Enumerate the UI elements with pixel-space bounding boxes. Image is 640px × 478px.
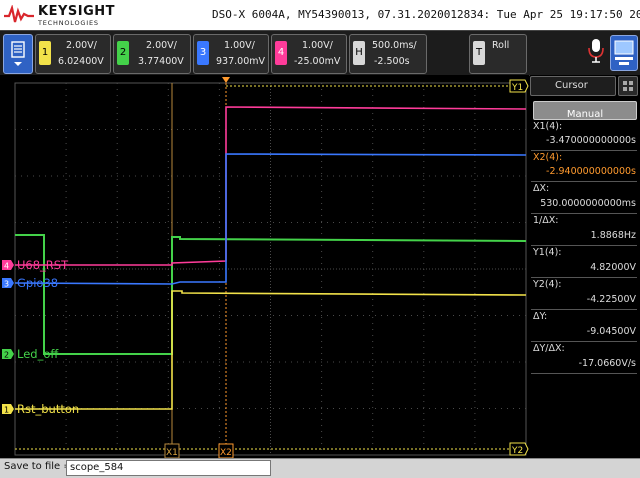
separator	[531, 245, 637, 246]
separator	[531, 213, 637, 214]
display-icon	[614, 40, 634, 65]
horizontal-delay: -2.500s	[374, 56, 410, 67]
channel-2-badge: 2	[117, 41, 129, 65]
svg-text:3: 3	[4, 280, 9, 289]
x2-value[interactable]: -2.940000000000s	[546, 166, 636, 177]
menu-icon	[11, 41, 25, 66]
instrument-info: DSO-X 6004A, MY54390013, 07.31.202001283…	[212, 8, 640, 21]
x1-label: X1(4):	[533, 121, 563, 132]
microphone-icon	[588, 39, 604, 63]
cursor-tab-label: Cursor	[555, 80, 588, 91]
panel-grid-icon	[623, 81, 633, 91]
trigger-mode: Roll	[492, 40, 510, 51]
separator	[531, 150, 637, 151]
cursor-y1-tag[interactable]: Y1	[509, 79, 529, 93]
keysight-wave-icon	[4, 5, 34, 23]
cursor-x2-tag[interactable]: X2	[218, 443, 234, 458]
title-bar: KEYSIGHT TECHNOLOGIES DSO-X 6004A, MY543…	[0, 0, 640, 30]
channel-4-scale: 1.00V/	[302, 40, 333, 51]
channel-2-offset: 3.77400V	[138, 56, 184, 67]
voice-control-button[interactable]	[586, 37, 606, 67]
save-to-file-label: Save to file =	[4, 461, 72, 472]
waveform-display[interactable]: 4 3 2 1 U68_RST Gpio38 Led_off Rst_butto…	[0, 75, 529, 458]
channel-3-offset: 937.00mV	[216, 56, 265, 67]
separator	[531, 277, 637, 278]
label-u68-rst: U68_RST	[17, 258, 69, 272]
channel-4-offset: -25.00mV	[294, 56, 341, 67]
y1-label: Y1(4):	[533, 247, 562, 258]
channel-2-scale: 2.00V/	[146, 40, 177, 51]
inv-delta-x-value: 1.8868Hz	[590, 230, 636, 241]
delta-y-label: ΔY:	[533, 311, 548, 322]
panel-close-button[interactable]	[618, 76, 638, 96]
y2-label: Y2(4):	[533, 279, 562, 290]
inv-delta-x-label: 1/ΔX:	[533, 215, 559, 226]
trigger-control[interactable]: T Roll	[469, 34, 527, 74]
channel-3-scale: 1.00V/	[224, 40, 255, 51]
y1-value[interactable]: 4.82000V	[590, 262, 636, 273]
delta-x-value: 530.0000000000ms	[540, 198, 636, 209]
channel-1-badge: 1	[39, 41, 51, 65]
separator	[531, 309, 637, 310]
cursor-y1-label: Y1	[511, 83, 523, 93]
cursor-x1-label: X1	[166, 448, 178, 458]
brand-name: KEYSIGHT	[38, 4, 115, 19]
channel-2-ground-marker[interactable]: 2	[2, 349, 14, 360]
horizontal-control[interactable]: H 500.0ms/ -2.500s	[349, 34, 427, 74]
delta-x-label: ΔX:	[533, 183, 550, 194]
channel-3-ground-marker[interactable]: 3	[2, 278, 14, 289]
time-reference-marker	[222, 77, 230, 83]
screen-button[interactable]	[610, 35, 638, 71]
channel-3-badge: 3	[197, 41, 209, 65]
channel-2-control[interactable]: 2 2.00V/ 3.77400V	[113, 34, 191, 74]
cursor-mode-label: Manual	[566, 109, 604, 120]
menu-button[interactable]	[3, 34, 33, 74]
channel-1-control[interactable]: 1 2.00V/ 6.02400V	[35, 34, 111, 74]
cursor-y2-tag[interactable]: Y2	[509, 442, 529, 456]
separator	[531, 181, 637, 182]
cursor-panel: Cursor Manual X1(4): -3.470000000000s X2…	[530, 75, 640, 458]
channel-bar: 1 2.00V/ 6.02400V 2 2.00V/ 3.77400V 3 1.…	[0, 30, 640, 76]
separator	[531, 341, 637, 342]
channel-4-ground-marker[interactable]: 4	[2, 260, 14, 271]
graticule-grid	[15, 83, 526, 455]
brand-subtitle: TECHNOLOGIES	[38, 19, 99, 27]
svg-text:1: 1	[4, 406, 9, 415]
trigger-badge: T	[473, 41, 485, 65]
delta-y-dx-value: -17.0660V/s	[578, 358, 636, 369]
svg-text:2: 2	[4, 351, 9, 360]
keysight-logo: KEYSIGHT TECHNOLOGIES	[4, 3, 115, 29]
x1-value[interactable]: -3.470000000000s	[546, 135, 636, 146]
channel-3-control[interactable]: 3 1.00V/ 937.00mV	[193, 34, 269, 74]
separator	[531, 373, 637, 374]
cursor-x2-label: X2	[220, 448, 232, 458]
channel-4-control[interactable]: 4 1.00V/ -25.00mV	[271, 34, 347, 74]
channel-1-offset: 6.02400V	[58, 56, 104, 67]
cursor-mode-button[interactable]: Manual	[533, 101, 637, 120]
label-gpio38: Gpio38	[17, 276, 58, 290]
cursor-y2-label: Y2	[511, 446, 523, 456]
delta-y-dx-label: ΔY/ΔX:	[533, 343, 565, 354]
x2-label: X2(4):	[533, 152, 563, 163]
channel-1-scale: 2.00V/	[66, 40, 97, 51]
status-bar: Save to file = scope_584	[0, 458, 640, 478]
save-filename-field[interactable]: scope_584	[66, 460, 271, 476]
waveform-graph: 4 3 2 1 U68_RST Gpio38 Led_off Rst_butto…	[2, 77, 529, 458]
label-rst-button: Rst_button	[17, 402, 79, 416]
cursor-x1-tag[interactable]: X1	[164, 443, 180, 458]
delta-y-value: -9.04500V	[586, 326, 636, 337]
svg-text:4: 4	[4, 262, 9, 271]
channel-4-badge: 4	[275, 41, 287, 65]
y2-value[interactable]: -4.22500V	[587, 294, 636, 305]
cursor-tab[interactable]: Cursor	[530, 76, 616, 96]
horizontal-badge: H	[353, 41, 365, 65]
label-led-off: Led_off	[17, 347, 59, 361]
channel-1-ground-marker[interactable]: 1	[2, 404, 14, 415]
horizontal-scale: 500.0ms/	[372, 40, 417, 51]
